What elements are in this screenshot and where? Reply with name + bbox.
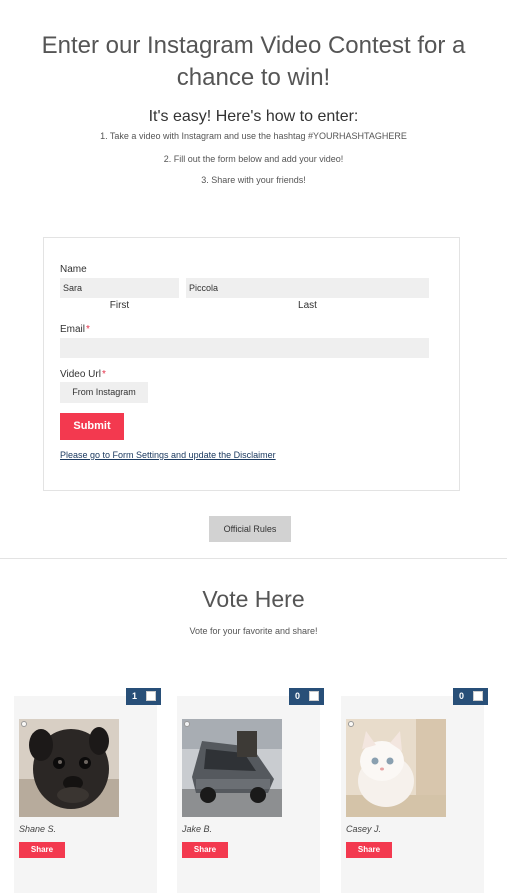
entry-card: 1 Shane S. Share <box>14 688 161 893</box>
vote-title: Vote Here <box>202 586 305 612</box>
entry-name: Casey J. <box>346 824 382 834</box>
entry-name: Jake B. <box>182 824 213 834</box>
entry-form: Name First Last Email* Video Url* From I… <box>43 237 460 491</box>
share-button[interactable]: Share <box>182 842 228 858</box>
vote-subtitle: Vote for your favorite and share! <box>189 626 318 636</box>
vote-checkbox[interactable] <box>473 691 483 701</box>
page-title: Enter our Instagram Video Contest for a … <box>41 32 466 91</box>
vote-count: 0 <box>295 691 301 701</box>
first-sublabel: First <box>109 300 130 311</box>
pug-photo[interactable] <box>19 719 119 817</box>
instruction-step-3: 3. Share with your friends! <box>201 175 306 185</box>
first-name-input[interactable] <box>60 278 179 298</box>
from-instagram-button[interactable]: From Instagram <box>60 382 148 403</box>
entry-card: 0 Jake B. Share <box>177 688 324 893</box>
share-button[interactable]: Share <box>19 842 65 858</box>
share-button[interactable]: Share <box>346 842 392 858</box>
car-photo[interactable] <box>182 719 282 817</box>
section-divider <box>0 558 507 559</box>
entry-name: Shane S. <box>19 824 57 834</box>
play-icon <box>184 721 190 727</box>
kitten-photo[interactable] <box>346 719 446 817</box>
instruction-step-2: 2. Fill out the form below and add your … <box>163 154 344 164</box>
video-url-label-text: Video Url <box>60 369 101 380</box>
required-mark: * <box>101 369 106 380</box>
email-label-text: Email <box>60 324 86 335</box>
play-icon <box>348 721 354 727</box>
vote-badge[interactable]: 1 <box>126 688 161 705</box>
official-rules-button[interactable]: Official Rules <box>209 516 291 542</box>
play-icon <box>21 721 27 727</box>
vote-count: 0 <box>459 691 465 701</box>
required-mark: * <box>86 324 90 335</box>
vote-checkbox[interactable] <box>309 691 319 701</box>
last-name-input[interactable] <box>186 278 429 298</box>
vote-count: 1 <box>132 691 138 701</box>
vote-badge[interactable]: 0 <box>453 688 488 705</box>
instructions-heading: It's easy! Here's how to enter: <box>148 108 359 125</box>
name-label: Name <box>60 264 87 275</box>
video-url-label: Video Url* <box>60 369 106 380</box>
vote-badge[interactable]: 0 <box>289 688 324 705</box>
last-sublabel: Last <box>298 300 317 311</box>
email-input[interactable] <box>60 338 429 358</box>
vote-checkbox[interactable] <box>146 691 156 701</box>
disclaimer-link[interactable]: Please go to Form Settings and update th… <box>60 450 276 460</box>
email-label: Email* <box>60 324 90 335</box>
instruction-step-1: 1. Take a video with Instagram and use t… <box>100 131 407 141</box>
entry-card: 0 Casey J. Share <box>341 688 488 893</box>
submit-button[interactable]: Submit <box>60 413 124 440</box>
